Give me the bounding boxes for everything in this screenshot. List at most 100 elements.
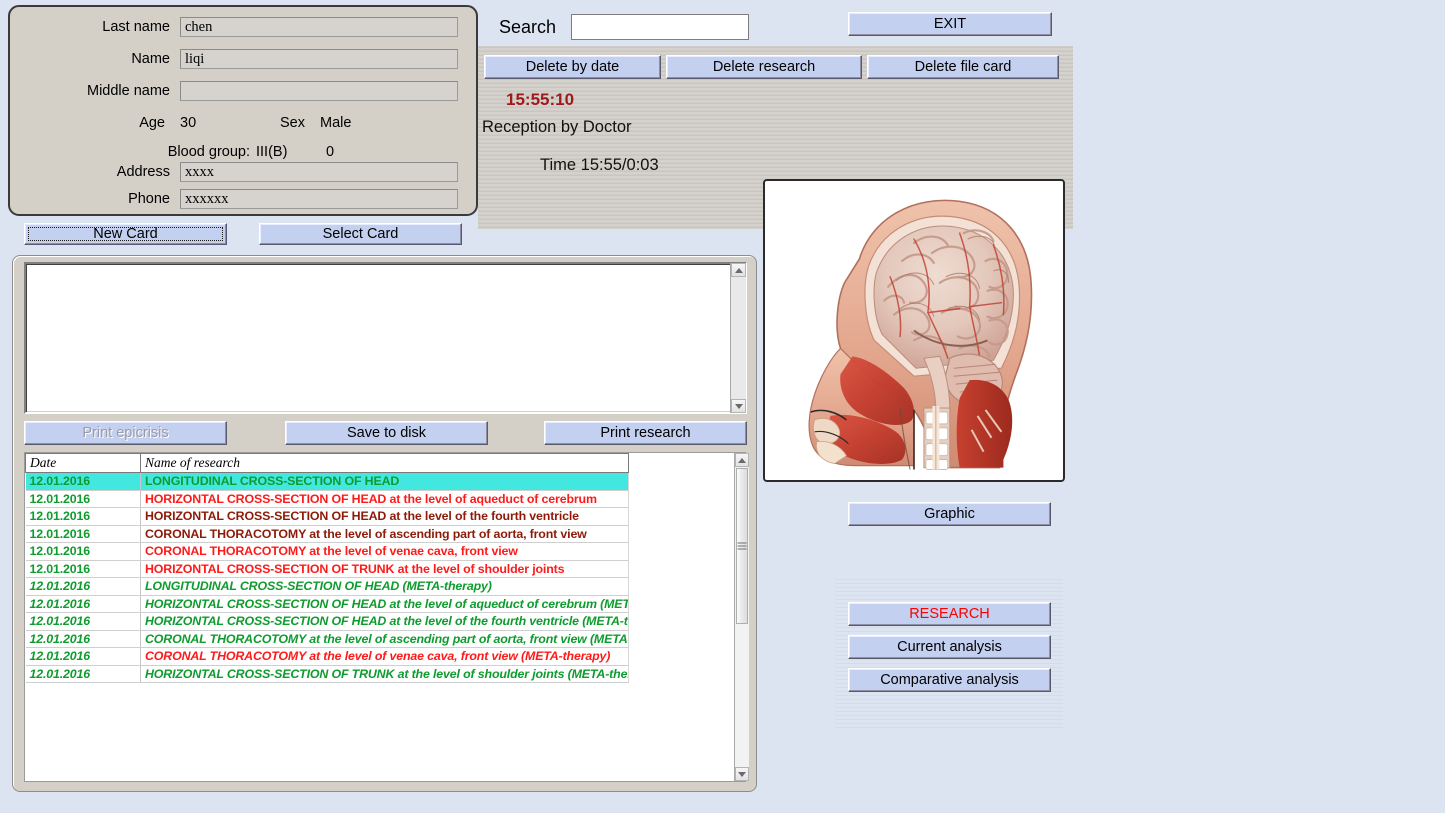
graphic-button[interactable]: Graphic <box>848 502 1051 526</box>
cell-research-name: HORIZONTAL CROSS-SECTION OF HEAD at the … <box>140 507 629 526</box>
cell-research-name: HORIZONTAL CROSS-SECTION OF HEAD at the … <box>140 490 629 508</box>
session-clock: 15:55:10 <box>506 90 575 109</box>
table-row[interactable]: 12.01.2016 HORIZONTAL CROSS-SECTION OF HE… <box>25 490 629 508</box>
new-card-label: New Card <box>93 226 158 242</box>
column-header-date: Date <box>25 453 141 473</box>
age-value: 30 <box>180 115 197 131</box>
delete-research-button[interactable]: Delete research <box>666 55 862 79</box>
exit-label: EXIT <box>933 16 967 32</box>
cell-research-name: CORONAL THORACOTOMY at the level of vena… <box>140 542 629 561</box>
cell-research-name: CORONAL THORACOTOMY at the level of asce… <box>140 630 629 648</box>
blood-group-value: III(B) <box>256 144 288 160</box>
last-name-value: chen <box>185 18 213 35</box>
delete-by-date-button[interactable]: Delete by date <box>484 55 661 79</box>
anatomy-image-frame <box>763 179 1065 482</box>
cell-research-name: HORIZONTAL CROSS-SECTION OF TRUNK at the… <box>140 560 629 578</box>
current-analysis-label: Current analysis <box>897 639 1002 655</box>
cell-research-name: LONGITUDINAL CROSS-SECTION OF HEAD (META… <box>140 577 629 596</box>
save-to-disk-button[interactable]: Save to disk <box>285 421 488 445</box>
research-table: Date Name of research 12.01.2016 LONGITUD… <box>25 453 629 683</box>
graphic-label: Graphic <box>924 506 975 522</box>
cell-research-name: CORONAL THORACOTOMY at the level of vena… <box>140 647 629 666</box>
print-research-button[interactable]: Print research <box>544 421 747 445</box>
notes-scroll-up-button[interactable] <box>731 263 746 277</box>
cell-date: 12.01.2016 <box>25 507 141 526</box>
print-research-label: Print research <box>600 425 691 441</box>
save-to-disk-label: Save to disk <box>347 425 426 441</box>
delete-file-card-label: Delete file card <box>914 59 1012 75</box>
delete-file-card-button[interactable]: Delete file card <box>867 55 1059 79</box>
table-row[interactable]: 12.01.2016 HORIZONTAL CROSS-SECTION OF HE… <box>25 507 629 526</box>
phone-input[interactable]: xxxxxx <box>180 189 458 209</box>
cell-date: 12.01.2016 <box>25 630 141 648</box>
chevron-up-icon <box>738 457 746 463</box>
table-scroll-thumb[interactable] <box>736 468 748 624</box>
cell-date: 12.01.2016 <box>25 490 141 508</box>
print-epicrisis-button[interactable]: Print epicrisis <box>24 421 227 445</box>
cell-date: 12.01.2016 <box>25 595 141 613</box>
cell-date: 12.01.2016 <box>25 542 141 561</box>
name-input[interactable]: liqi <box>180 49 458 69</box>
current-analysis-button[interactable]: Current analysis <box>848 635 1051 659</box>
table-row[interactable]: 12.01.2016 CORONAL THORACOTOMY at the lev… <box>25 630 629 648</box>
grip-icon <box>737 541 747 552</box>
notes-scrollbar[interactable] <box>730 263 746 413</box>
table-row[interactable]: 12.01.2016 LONGITUDINAL CROSS-SECTION OF … <box>25 472 629 491</box>
notes-textarea[interactable] <box>24 262 747 414</box>
reception-label: Reception by Doctor <box>482 118 632 136</box>
table-scroll-up-button[interactable] <box>735 453 749 467</box>
search-input[interactable] <box>571 14 749 40</box>
address-value: xxxx <box>185 163 214 180</box>
sex-value: Male <box>320 115 352 131</box>
column-header-name: Name of research <box>140 453 629 473</box>
cell-research-name: LONGITUDINAL CROSS-SECTION OF HEAD <box>140 472 629 491</box>
research-table-container[interactable]: Date Name of research 12.01.2016 LONGITUD… <box>24 452 746 782</box>
address-input[interactable]: xxxx <box>180 162 458 182</box>
print-epicrisis-label: Print epicrisis <box>82 425 169 441</box>
table-row[interactable]: 12.01.2016 HORIZONTAL CROSS-SECTION OF TR… <box>25 665 629 683</box>
chevron-down-icon <box>738 771 746 777</box>
table-row[interactable]: 12.01.2016 HORIZONTAL CROSS-SECTION OF TR… <box>25 560 629 578</box>
cell-date: 12.01.2016 <box>25 665 141 683</box>
cell-date: 12.01.2016 <box>25 472 141 491</box>
table-row[interactable]: 12.01.2016 LONGITUDINAL CROSS-SECTION OF … <box>25 577 629 596</box>
cell-research-name: HORIZONTAL CROSS-SECTION OF HEAD at the … <box>140 612 629 631</box>
select-card-button[interactable]: Select Card <box>259 223 462 245</box>
table-row[interactable]: 12.01.2016 HORIZONTAL CROSS-SECTION OF HE… <box>25 612 629 631</box>
research-table-scrollbar[interactable] <box>734 453 749 781</box>
cell-date: 12.01.2016 <box>25 612 141 631</box>
delete-research-label: Delete research <box>712 59 816 75</box>
head-cross-section-image <box>765 181 1063 480</box>
blood-group-label: Blood group: <box>167 144 250 160</box>
patient-card-panel: Last name chen Name liqi Middle name Age… <box>8 5 478 216</box>
comparative-analysis-label: Comparative analysis <box>880 672 1019 688</box>
cell-date: 12.01.2016 <box>25 647 141 666</box>
delete-by-date-label: Delete by date <box>525 59 620 75</box>
notes-scroll-down-button[interactable] <box>731 399 746 413</box>
exit-button[interactable]: EXIT <box>848 12 1052 36</box>
chevron-down-icon <box>734 403 743 409</box>
middle-name-input[interactable] <box>180 81 458 101</box>
table-row[interactable]: 12.01.2016 CORONAL THORACOTOMY at the lev… <box>25 647 629 666</box>
table-row[interactable]: 12.01.2016 CORONAL THORACOTOMY at the lev… <box>25 542 629 561</box>
table-row[interactable]: 12.01.2016 CORONAL THORACOTOMY at the lev… <box>25 525 629 543</box>
table-row[interactable]: 12.01.2016 HORIZONTAL CROSS-SECTION OF HE… <box>25 595 629 613</box>
middle-name-label: Middle name <box>86 83 170 99</box>
table-scroll-down-button[interactable] <box>735 767 749 781</box>
chevron-up-icon <box>734 267 743 273</box>
table-header-row: Date Name of research <box>25 453 629 473</box>
name-value: liqi <box>185 50 205 67</box>
new-card-button[interactable]: New Card <box>24 223 227 245</box>
phone-label: Phone <box>128 191 170 207</box>
last-name-input[interactable]: chen <box>180 17 458 37</box>
research-button[interactable]: RESEARCH <box>848 602 1051 626</box>
notes-text <box>26 264 745 270</box>
search-label: Search <box>499 17 557 37</box>
cell-date: 12.01.2016 <box>25 525 141 543</box>
comparative-analysis-button[interactable]: Comparative analysis <box>848 668 1051 692</box>
address-label: Address <box>116 164 170 180</box>
cell-research-name: CORONAL THORACOTOMY at the level of asce… <box>140 525 629 543</box>
application-window: Last name chen Name liqi Middle name Age… <box>0 0 1445 813</box>
rh-factor-value: 0 <box>326 144 335 160</box>
cell-research-name: HORIZONTAL CROSS-SECTION OF TRUNK at the… <box>140 665 629 683</box>
